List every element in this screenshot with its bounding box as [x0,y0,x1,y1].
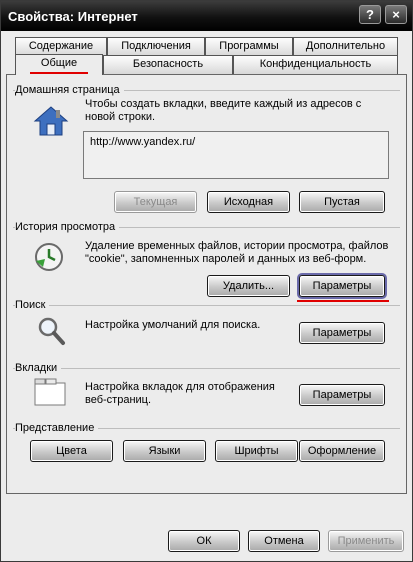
cancel-button[interactable]: Отмена [248,530,320,552]
tab-privacy[interactable]: Конфиденциальность [233,55,398,74]
search-description: Настройка умолчаний для поиска. [85,319,261,331]
delete-history-button[interactable]: Удалить... [207,275,290,297]
tab-general[interactable]: Общие [15,54,103,75]
home-description: Чтобы создать вкладки, введите каждый из… [85,98,362,123]
tab-label: Безопасность [132,58,204,70]
tab-label: Подключения [121,40,191,52]
apply-button[interactable]: Применить [328,530,404,552]
use-blank-button[interactable]: Пустая [299,191,385,213]
help-button[interactable]: ? [359,5,381,24]
tab-connections[interactable]: Подключения [107,37,205,56]
red-underline [297,300,389,302]
tabs-description: Настройка вкладок для отображения веб-ст… [85,381,275,406]
close-icon: × [392,7,400,22]
tab-security[interactable]: Безопасность [103,55,233,74]
use-current-button[interactable]: Текущая [114,191,197,213]
tab-strip: Содержание Подключения Программы Дополни… [1,31,412,76]
tab-label: Конфиденциальность [259,58,372,70]
title-bar[interactable]: Свойства: Интернет ? × [1,1,412,31]
divider [13,368,400,369]
divider [13,305,400,306]
history-settings-button[interactable]: Параметры [299,275,385,297]
close-button[interactable]: × [385,5,407,24]
tab-advanced[interactable]: Дополнительно [293,37,398,56]
use-default-button[interactable]: Исходная [207,191,290,213]
help-icon: ? [366,7,374,22]
tab-label: Дополнительно [305,40,386,52]
tab-programs[interactable]: Программы [205,37,293,56]
dialog-footer: ОК Отмена Применить [1,494,412,561]
red-underline [30,72,88,74]
ok-button[interactable]: ОК [168,530,240,552]
search-section-title: Поиск [15,299,50,311]
appearance-section-title: Представление [15,422,99,434]
dialog-window: Свойства: Интернет ? × Содержание Подклю… [0,0,413,562]
tabs-settings-button[interactable]: Параметры [299,384,385,406]
fonts-button[interactable]: Шрифты [215,440,298,462]
history-section-title: История просмотра [15,221,120,233]
magnifier-icon [38,317,65,345]
tab-label: Программы [219,40,279,52]
general-tab-panel: Домашняя страница Чтобы создать вкладки,… [6,74,407,494]
tabbed-window-icon [34,378,66,406]
languages-button[interactable]: Языки [123,440,206,462]
home-section-title: Домашняя страница [15,84,124,96]
tabs-section-title: Вкладки [15,362,62,374]
house-icon [33,106,69,136]
accessibility-button[interactable]: Оформление [299,440,385,462]
home-url-value: http://www.yandex.ru/ [90,136,196,148]
window-title: Свойства: Интернет [8,9,138,24]
colors-button[interactable]: Цвета [30,440,113,462]
clock-arrow-icon [35,243,63,271]
tab-label: Общие [40,57,78,69]
search-settings-button[interactable]: Параметры [299,322,385,344]
home-url-textarea[interactable]: http://www.yandex.ru/ [83,131,389,179]
history-description: Удаление временных файлов, истории просм… [85,240,389,265]
tab-label: Содержание [28,40,94,52]
